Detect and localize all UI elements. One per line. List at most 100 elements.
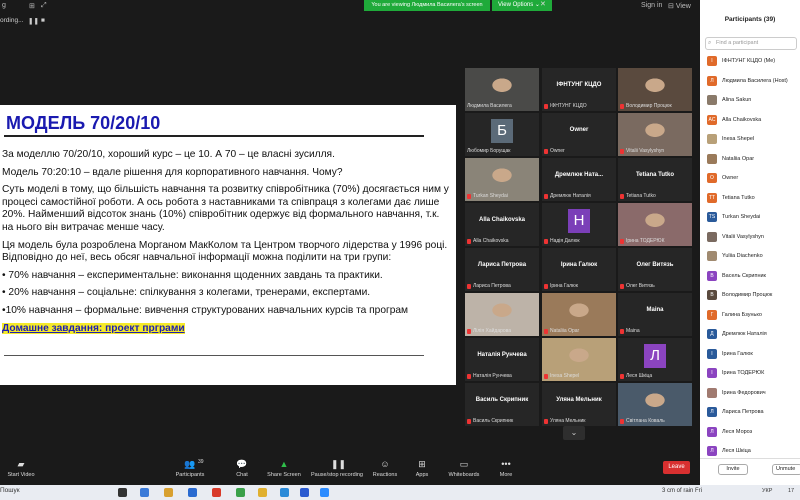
video-tile[interactable]: Дремлюк Ната... Дремлюк Наталія xyxy=(542,158,616,201)
powerpoint-icon[interactable] xyxy=(212,488,221,497)
viewing-banner: You are viewing Людмила Василега's scree… xyxy=(364,0,490,11)
os-taskbar: Пошук 3 cm of rain Fri УКР 17 xyxy=(0,485,800,500)
video-tile[interactable]: Л Леся Шкіца xyxy=(618,338,692,381)
video-tile[interactable]: Б Любомир Борущак xyxy=(465,113,539,156)
participant-row[interactable]: O Owner xyxy=(707,172,797,185)
fullscreen-icon[interactable]: ⤢ xyxy=(41,2,47,10)
video-tile[interactable]: Owner Owner xyxy=(542,113,616,156)
video-tile[interactable]: Володимир Процюк xyxy=(618,68,692,111)
weather-widget[interactable]: 3 cm of rain Fri xyxy=(662,488,702,494)
whiteboards-button[interactable]: ▭ Whiteboards xyxy=(444,459,484,478)
video-tile[interactable]: Ірина ТОДЕРЮК xyxy=(618,203,692,246)
word-icon[interactable] xyxy=(188,488,197,497)
video-tile[interactable]: Alla Chaikovska Alla Chaikovska xyxy=(465,203,539,246)
chat-button[interactable]: 💬 Chat xyxy=(230,459,254,478)
video-tile[interactable]: Лариса Петрова Лариса Петрова xyxy=(465,248,539,291)
participant-row[interactable]: Inesa Shepel xyxy=(707,133,797,146)
participant-row[interactable]: І ІФНТУНГ КЦДО (Me) xyxy=(707,55,797,68)
unmute-button[interactable]: Unmute xyxy=(772,464,800,475)
edge-icon[interactable] xyxy=(140,488,149,497)
video-tile[interactable]: Maina Maina xyxy=(618,293,692,336)
video-tile[interactable]: Олег Витязь Олег Витязь xyxy=(618,248,692,291)
participant-row[interactable]: Л Лариса Петрова xyxy=(707,406,797,419)
zoom-taskbar-icon[interactable] xyxy=(320,488,329,497)
start-video-button[interactable]: ▰ Start Video xyxy=(4,459,38,478)
video-tile[interactable]: Inesa Shepel xyxy=(542,338,616,381)
participant-row[interactable]: Г Галина Бзунько xyxy=(707,309,797,322)
participant-row[interactable]: Ірина Федорович xyxy=(707,387,797,400)
participant-row[interactable]: TT Tetiana Tutko xyxy=(707,192,797,205)
tile-name-label: Ірина Галюк xyxy=(550,283,578,289)
video-tile[interactable]: Василь Скрипник Василь Скрипник xyxy=(465,383,539,426)
participant-row[interactable]: Alina Sakun xyxy=(707,94,797,107)
video-tile[interactable]: Світлана Коваль xyxy=(618,383,692,426)
participant-row[interactable]: Nataliia Opar xyxy=(707,153,797,166)
avatar: O xyxy=(707,173,717,183)
chrome-icon[interactable] xyxy=(258,488,267,497)
participant-row[interactable]: Л Леся Шкіца xyxy=(707,445,797,458)
pause-record-icon: ❚❚ xyxy=(331,459,347,469)
language-indicator[interactable]: УКР xyxy=(762,488,772,494)
participant-row[interactable]: AC Alla Chaikovska xyxy=(707,114,797,127)
view-button[interactable]: ⊟ View xyxy=(668,2,691,10)
participants-button[interactable]: 👥 Participants 39 xyxy=(172,459,208,478)
tile-name-label: Tetiana Tutko xyxy=(626,193,656,199)
telegram-icon[interactable] xyxy=(280,488,289,497)
clock[interactable]: 17 xyxy=(788,488,794,494)
video-tile[interactable]: ІФНТУНГ КЦДО ІФНТУНГ КЦДО xyxy=(542,68,616,111)
video-tile[interactable]: Ірина Галюк Ірина Галюк xyxy=(542,248,616,291)
video-tile[interactable]: Nataliia Opar xyxy=(542,293,616,336)
panel-title: Participants (39) xyxy=(724,16,776,23)
video-tile[interactable]: Уляна Мельник Уляна Мельник xyxy=(542,383,616,426)
excel-icon[interactable] xyxy=(236,488,245,497)
mic-muted-icon xyxy=(467,329,471,334)
participant-row[interactable]: Д Дремлюк Наталія xyxy=(707,328,797,341)
sign-in-link[interactable]: Sign in xyxy=(641,2,662,9)
taskbar-search[interactable]: Пошук xyxy=(0,487,20,494)
participant-row[interactable]: В Володимир Процюк xyxy=(707,289,797,302)
participant-row[interactable]: В Васель Скрипник xyxy=(707,270,797,283)
grid-next-page-button[interactable]: ⌄ xyxy=(563,426,585,440)
video-tile[interactable]: Наталія Рунчева Наталія Рунчева xyxy=(465,338,539,381)
share-screen-button[interactable]: ▲ Share Screen xyxy=(266,459,302,478)
stop-icon[interactable]: ■ xyxy=(41,17,45,24)
participant-row[interactable]: Л Леся Мороз xyxy=(707,426,797,439)
video-tile[interactable]: Tetiana Tutko Tetiana Tutko xyxy=(618,158,692,201)
tile-center-name: Уляна Мельник xyxy=(556,397,602,403)
participant-row[interactable]: І Ірина ТОДЕРЮК xyxy=(707,367,797,380)
invite-button[interactable]: Invite xyxy=(718,464,748,475)
leave-button[interactable]: Leave xyxy=(663,461,690,474)
participant-name: ІФНТУНГ КЦДО (Me) xyxy=(722,58,776,64)
participant-name: Галина Бзунько xyxy=(722,311,762,318)
video-tile[interactable]: Н Надія Далюк xyxy=(542,203,616,246)
participant-row[interactable]: І Ірина Галюк xyxy=(707,348,797,361)
participant-row[interactable]: Vitalii Vasylyshyn xyxy=(707,231,797,244)
record-button[interactable]: ❚❚ Pause/stop recording xyxy=(308,459,366,478)
participant-row[interactable]: Yuliia Diachenko xyxy=(707,250,797,263)
video-tile[interactable]: Vitalii Vasylyshyn xyxy=(618,113,692,156)
video-tile[interactable]: Turkan Sheydai xyxy=(465,158,539,201)
avatar: Л xyxy=(707,446,717,456)
apps-button[interactable]: ⊞ Apps xyxy=(410,459,434,478)
more-button[interactable]: ••• More xyxy=(494,459,518,478)
participant-row[interactable]: Л Людмила Василега (Host) xyxy=(707,75,797,88)
grid-icon[interactable]: ⊞ xyxy=(29,2,35,10)
slide-divider-bottom xyxy=(4,355,424,356)
tile-name-label: Дремлюк Наталія xyxy=(550,193,591,199)
participant-row[interactable]: TS Turkan Sheydai xyxy=(707,211,797,224)
avatar xyxy=(707,95,717,105)
folder-icon[interactable] xyxy=(164,488,173,497)
reactions-button[interactable]: ☺ Reactions xyxy=(370,459,400,478)
mic-muted-icon xyxy=(620,239,624,244)
pause-icon[interactable]: ❚❚ xyxy=(28,17,39,25)
zoom-app-icon[interactable] xyxy=(300,488,309,497)
mic-muted-icon xyxy=(620,104,624,109)
tile-name-label: Лариса Петрова xyxy=(473,283,511,289)
close-icon[interactable]: ✕ xyxy=(540,0,546,8)
participant-name: Леся Мороз xyxy=(722,428,753,435)
participant-search-input[interactable]: ⌕ Find a participant xyxy=(705,37,797,50)
video-tile[interactable]: Людмила Василега xyxy=(465,68,539,111)
avatar: Г xyxy=(707,309,717,320)
task-view-icon[interactable] xyxy=(118,488,127,497)
video-tile[interactable]: Лілія Хайдарова xyxy=(465,293,539,336)
